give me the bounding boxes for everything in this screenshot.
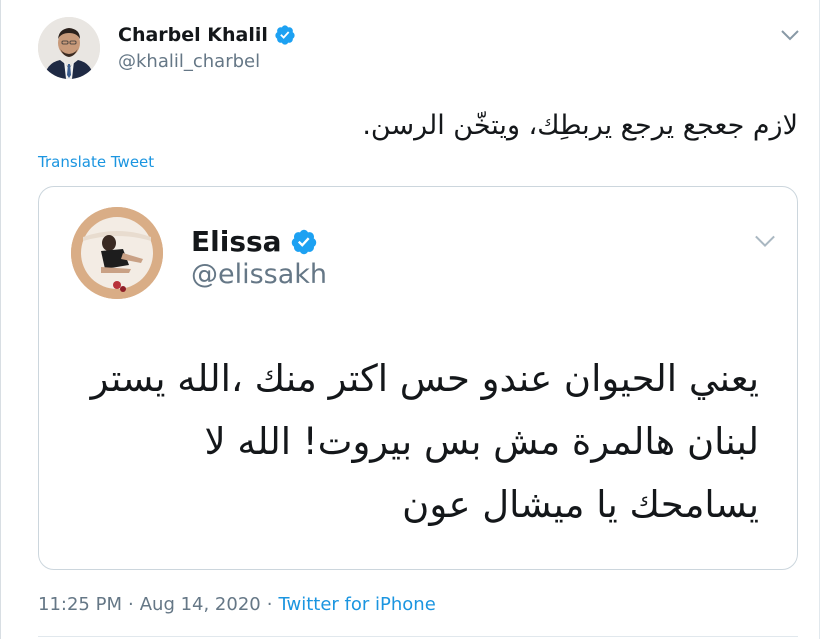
left-border bbox=[0, 0, 1, 639]
tweet-text: لازم جعجع يرجع يربطِك، ويتخّن الرسن. bbox=[362, 110, 798, 141]
quoted-author-name-row[interactable]: Elissa bbox=[191, 225, 318, 258]
quoted-text-line: يعني الحيوان عندو حس اكتر منك ،الله يستر bbox=[90, 357, 759, 400]
tweet-metadata: 11:25 PM · Aug 14, 2020 · Twitter for iP… bbox=[38, 594, 436, 615]
author-name[interactable]: Charbel Khalil bbox=[118, 24, 268, 46]
verified-badge-icon bbox=[274, 24, 296, 46]
quoted-tweet-text: يعني الحيوان عندو حس اكتر منك ،الله يستر… bbox=[59, 347, 759, 536]
quoted-author-name[interactable]: Elissa bbox=[191, 225, 282, 258]
quoted-author-avatar[interactable] bbox=[71, 207, 163, 299]
quoted-author-handle[interactable]: @elissakh bbox=[191, 259, 327, 290]
quoted-text-line: لبنان هالمرة مش بس بيروت! الله لا bbox=[204, 420, 759, 463]
tweet-time[interactable]: 11:25 PM bbox=[38, 594, 122, 615]
tweet-date[interactable]: Aug 14, 2020 bbox=[140, 594, 261, 615]
author-avatar[interactable] bbox=[38, 17, 100, 79]
quoted-tweet-card[interactable]: Elissa @elissakh يعني الحيوان عندو حس اك… bbox=[38, 186, 798, 570]
divider bbox=[38, 636, 798, 637]
author-name-row[interactable]: Charbel Khalil bbox=[118, 24, 296, 46]
meta-separator: · bbox=[127, 594, 134, 615]
meta-separator: · bbox=[266, 594, 273, 615]
translate-tweet-link[interactable]: Translate Tweet bbox=[38, 153, 154, 171]
tweet-source-link[interactable]: Twitter for iPhone bbox=[278, 594, 435, 615]
chevron-down-icon[interactable] bbox=[780, 28, 800, 42]
quoted-text-line: يسامحك يا ميشال عون bbox=[402, 483, 759, 526]
verified-badge-icon bbox=[290, 228, 318, 256]
chevron-down-icon[interactable] bbox=[753, 233, 777, 249]
author-handle[interactable]: @khalil_charbel bbox=[118, 51, 260, 72]
